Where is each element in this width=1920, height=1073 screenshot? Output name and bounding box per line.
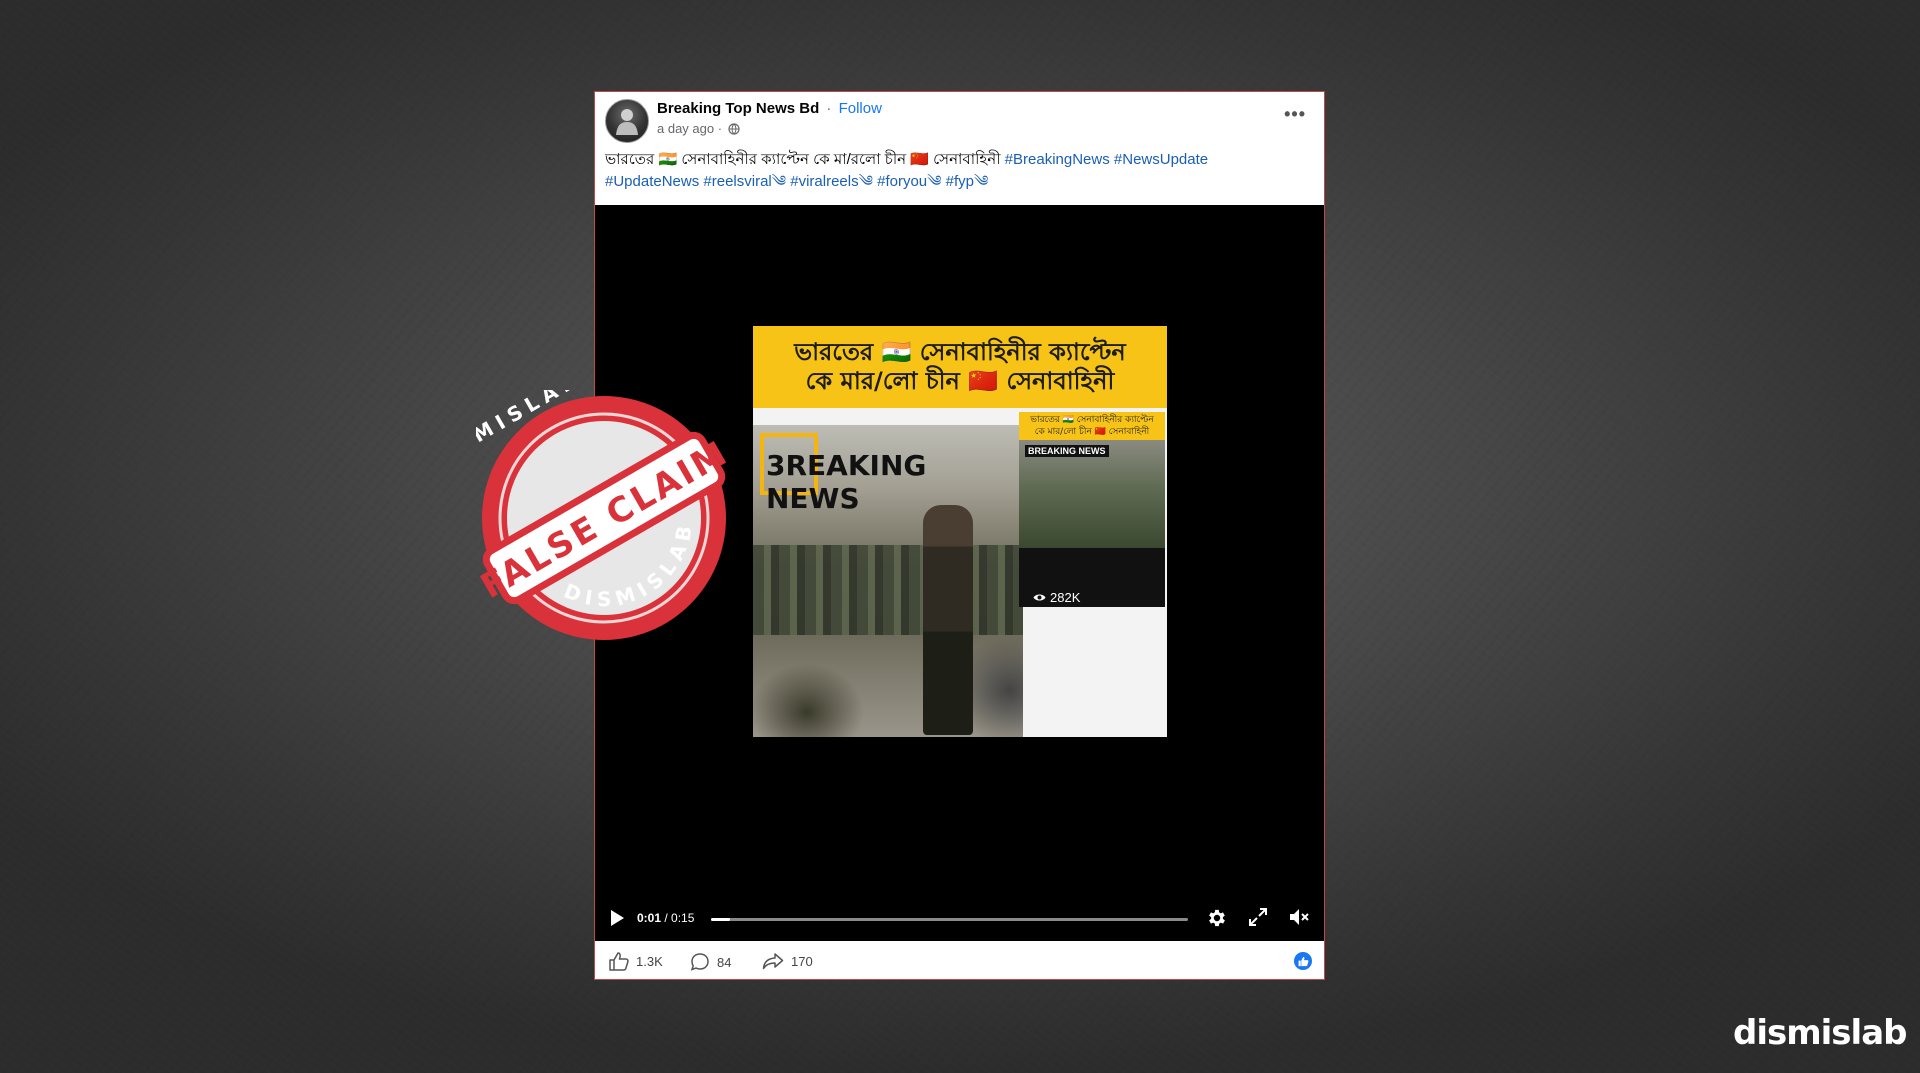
- view-count-value: 282K: [1050, 590, 1081, 605]
- dismislab-logo: dismislab: [1733, 1013, 1907, 1053]
- video-title-banner: ভারতের 🇮🇳 সেনাবাহিনীর ক্যাপ্টেন কে মার/ল…: [753, 326, 1167, 408]
- video-scene: 3REAKING NEWS: [753, 425, 1023, 737]
- inset-banner-line-1: ভারতের 🇮🇳 সেনাবাহিনীর ক্যাপ্টেন: [1030, 415, 1154, 425]
- hashtag-link[interactable]: #reelsviral༄: [703, 173, 786, 190]
- video-frame[interactable]: ভারতের 🇮🇳 সেনাবাহিনীর ক্যাপ্টেন কে মার/ল…: [753, 326, 1167, 737]
- post-caption: ভারতের 🇮🇳 সেনাবাহিনীর ক্যাপ্টেন কে মা/রল…: [605, 149, 1315, 193]
- globe-icon: [728, 123, 740, 135]
- hashtag-link[interactable]: #fyp༄: [946, 173, 989, 190]
- hashtag-link[interactable]: #BreakingNews: [1005, 151, 1110, 168]
- inset-banner-line-2: কে মার/লো চীন 🇨🇳 সেনাবাহিনী: [1034, 427, 1150, 437]
- thumbs-up-icon: [1298, 956, 1308, 966]
- duration: / 0:15: [664, 911, 695, 925]
- post-footer: 1.3K 84 170: [595, 941, 1324, 979]
- view-count: 282K: [1033, 590, 1080, 605]
- gear-icon[interactable]: [1206, 907, 1228, 929]
- post-meta: a day ago ·: [657, 121, 740, 136]
- page-name-link[interactable]: Breaking Top News Bd: [657, 100, 819, 117]
- share-count: 170: [791, 953, 813, 969]
- like-button[interactable]: 1.3K: [609, 952, 663, 971]
- progress-fill: [711, 918, 731, 921]
- eye-icon: [1033, 594, 1046, 601]
- caption-text: ভারতের 🇮🇳 সেনাবাহিনীর ক্যাপ্টেন কে মা/রল…: [605, 151, 1001, 168]
- comment-icon: [690, 953, 709, 971]
- video-controls: 0:01 / 0:15: [595, 897, 1324, 941]
- post-header: Breaking Top News Bd · Follow a day ago …: [595, 92, 1324, 205]
- page-avatar[interactable]: [605, 99, 649, 143]
- hashtag-link[interactable]: #NewsUpdate: [1114, 151, 1208, 168]
- soldiers-crowd: [753, 545, 1023, 635]
- progress-bar[interactable]: [711, 918, 1188, 921]
- time-display: 0:01 / 0:15: [637, 911, 694, 925]
- mute-icon[interactable]: [1289, 907, 1311, 927]
- share-button[interactable]: 170: [762, 952, 813, 970]
- inset-breaking-news-label: BREAKING NEWS: [1025, 445, 1109, 457]
- fullscreen-icon[interactable]: [1248, 907, 1268, 927]
- soldier-figure: [923, 505, 973, 735]
- hashtag-link[interactable]: #UpdateNews: [605, 173, 699, 190]
- false-claim-stamp: DISMISLAB DISMISLAB FALSE CLAIM: [476, 390, 732, 640]
- name-separator: ·: [826, 100, 832, 117]
- comment-button[interactable]: 84: [690, 952, 731, 972]
- like-count: 1.3K: [636, 954, 663, 969]
- like-reaction-badge: [1294, 952, 1312, 970]
- breaking-news-text: 3REAKING NEWS: [766, 449, 927, 515]
- comment-count: 84: [717, 954, 732, 970]
- inset-video-preview: ভারতের 🇮🇳 সেনাবাহিনীর ক্যাপ্টেন কে মার/ল…: [1019, 412, 1165, 607]
- inset-banner: ভারতের 🇮🇳 সেনাবাহিনীর ক্যাপ্টেন কে মার/ল…: [1019, 412, 1165, 440]
- share-icon: [762, 953, 784, 970]
- banner-line-2: কে মার/লো চীন 🇨🇳 সেনাবাহিনী: [805, 367, 1115, 395]
- thumbs-up-icon: [609, 952, 629, 971]
- hashtag-link[interactable]: #viralreels༄: [790, 173, 873, 190]
- page-name-line: Breaking Top News Bd · Follow: [657, 100, 882, 117]
- more-options-button[interactable]: •••: [1284, 104, 1306, 125]
- post-timestamp[interactable]: a day ago ·: [657, 121, 722, 136]
- hashtag-link[interactable]: #foryou༄: [877, 173, 941, 190]
- current-time: 0:01: [637, 911, 662, 925]
- play-icon[interactable]: [609, 909, 625, 927]
- follow-button[interactable]: Follow: [839, 100, 882, 117]
- banner-line-1: ভারতের 🇮🇳 সেনাবাহিনীর ক্যাপ্টেন: [794, 338, 1126, 366]
